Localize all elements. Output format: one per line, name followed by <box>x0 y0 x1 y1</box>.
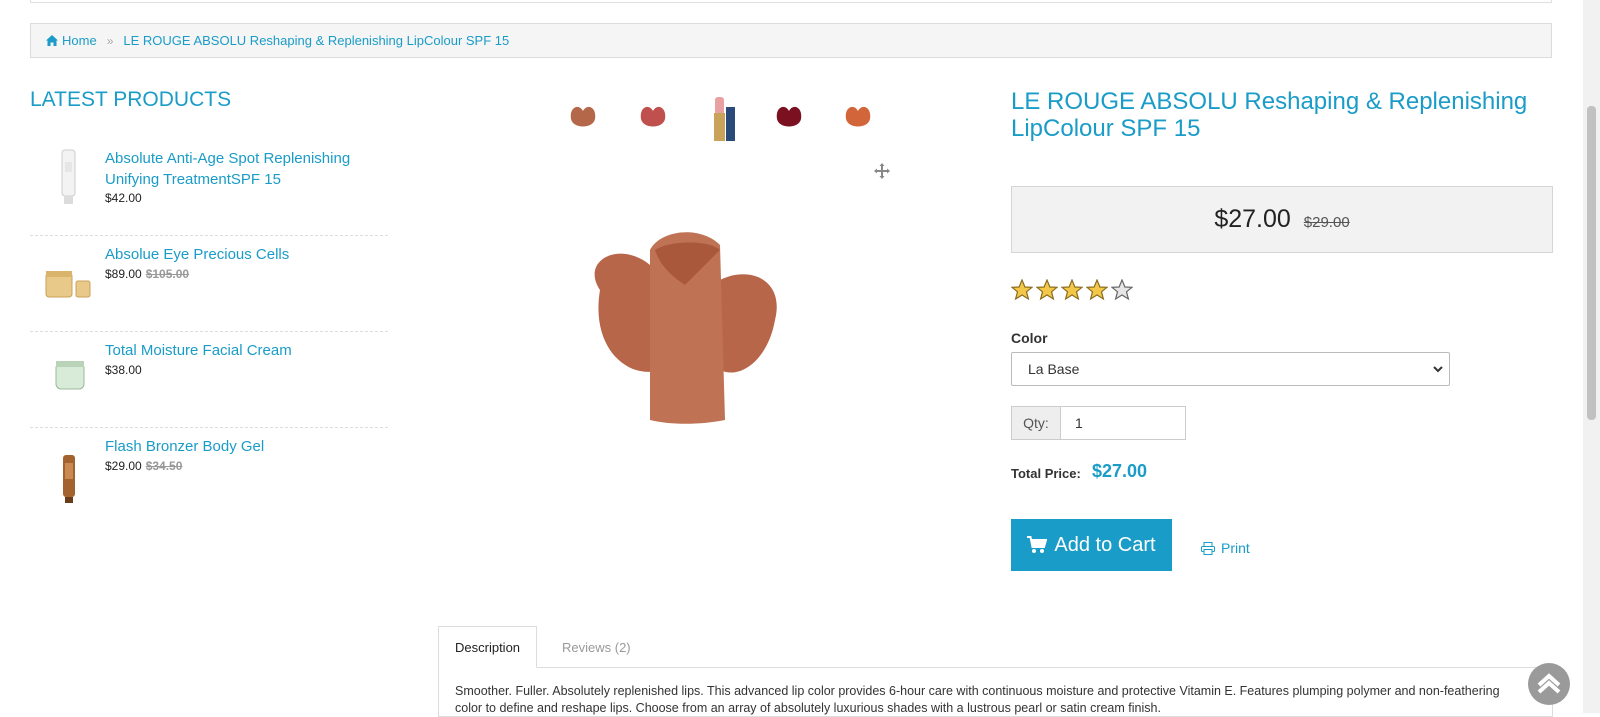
latest-product-item[interactable]: Absolue Eye Precious Cells $89.00 $105.00 <box>30 236 388 332</box>
qty-input[interactable]: 1 <box>1061 406 1186 440</box>
price-box: $27.00 $29.00 <box>1011 186 1553 253</box>
home-icon <box>46 35 58 46</box>
star-empty-icon <box>1111 279 1133 301</box>
product-thumbnail-tube <box>61 149 76 204</box>
product-name-link[interactable]: Absolute Anti-Age Spot Replenishing Unif… <box>105 148 375 190</box>
product-tabs: Description Reviews (2) <box>438 626 1553 668</box>
top-border <box>30 0 1552 3</box>
print-label: Print <box>1221 540 1250 556</box>
latest-product-item[interactable]: Flash Bronzer Body Gel $29.00 $34.50 <box>30 428 388 524</box>
color-select[interactable]: La Base <box>1011 352 1450 386</box>
product-thumbnail-jars <box>45 271 91 298</box>
product-thumbnail-bottle <box>63 455 75 503</box>
scrollbar-thumb[interactable] <box>1587 106 1596 420</box>
breadcrumb-home-link[interactable]: Home <box>46 33 97 48</box>
product-old-price: $34.50 <box>145 459 183 473</box>
total-price-value: $27.00 <box>1092 461 1148 481</box>
current-price: $27.00 <box>1214 205 1291 233</box>
latest-product-item[interactable]: Absolute Anti-Age Spot Replenishing Unif… <box>30 140 388 236</box>
main-product-image[interactable] <box>520 170 880 490</box>
latest-product-item[interactable]: Total Moisture Facial Cream $38.00 <box>30 332 388 428</box>
thumbnail-swatch[interactable] <box>832 93 884 145</box>
print-icon <box>1201 541 1215 555</box>
breadcrumb-current-link[interactable]: LE ROUGE ABSOLU Reshaping & Replenishing… <box>123 33 509 48</box>
back-to-top-button[interactable] <box>1528 663 1570 705</box>
rating-stars <box>1011 279 1133 301</box>
product-title: LE ROUGE ABSOLU Reshaping & Replenishing… <box>1011 88 1528 142</box>
print-link[interactable]: Print <box>1201 540 1250 556</box>
product-price: $29.00 $34.50 <box>105 459 183 473</box>
product-price: $89.00 $105.00 <box>105 267 190 281</box>
old-price: $29.00 <box>1303 214 1350 231</box>
star-filled-icon <box>1061 279 1083 301</box>
color-label: Color <box>1011 330 1048 346</box>
thumbnail-swatch[interactable] <box>627 93 679 145</box>
chevron-up-icon <box>1537 673 1561 694</box>
thumbnail-swatch[interactable] <box>557 93 609 145</box>
thumbnail-swatch[interactable] <box>763 93 815 145</box>
description-text: Smoother. Fuller. Absolutely replenished… <box>455 684 1500 715</box>
product-old-price: $105.00 <box>145 267 190 281</box>
product-thumbnail-jar <box>55 361 85 390</box>
product-name-link[interactable]: Total Moisture Facial Cream <box>105 340 375 361</box>
quantity-group: Qty: 1 <box>1011 406 1186 440</box>
product-name-link[interactable]: Absolue Eye Precious Cells <box>105 244 375 265</box>
color-select-value: La Base <box>1028 361 1080 377</box>
image-thumbnails <box>530 93 890 145</box>
move-icon <box>874 163 890 179</box>
latest-products-heading: LATEST PRODUCTS <box>30 88 232 111</box>
chevron-down-icon <box>1433 366 1443 373</box>
add-to-cart-button[interactable]: Add to Cart <box>1011 519 1172 571</box>
tab-reviews[interactable]: Reviews (2) <box>546 626 647 668</box>
star-filled-icon <box>1036 279 1058 301</box>
tab-description[interactable]: Description <box>438 626 538 668</box>
add-to-cart-label: Add to Cart <box>1054 533 1156 556</box>
total-price-label: Total Price: <box>1011 466 1081 481</box>
product-price: $38.00 <box>105 363 142 377</box>
qty-label: Qty: <box>1011 406 1061 440</box>
product-price: $42.00 <box>105 191 142 205</box>
star-filled-icon <box>1011 279 1033 301</box>
cart-icon <box>1027 536 1048 553</box>
breadcrumb-home-label: Home <box>62 33 97 48</box>
breadcrumb: Home » LE ROUGE ABSOLU Reshaping & Reple… <box>30 23 1552 58</box>
thumbnail-lipstick[interactable] <box>695 93 747 145</box>
star-filled-icon <box>1086 279 1108 301</box>
product-name-link[interactable]: Flash Bronzer Body Gel <box>105 436 375 457</box>
breadcrumb-separator-icon: » <box>106 33 114 48</box>
